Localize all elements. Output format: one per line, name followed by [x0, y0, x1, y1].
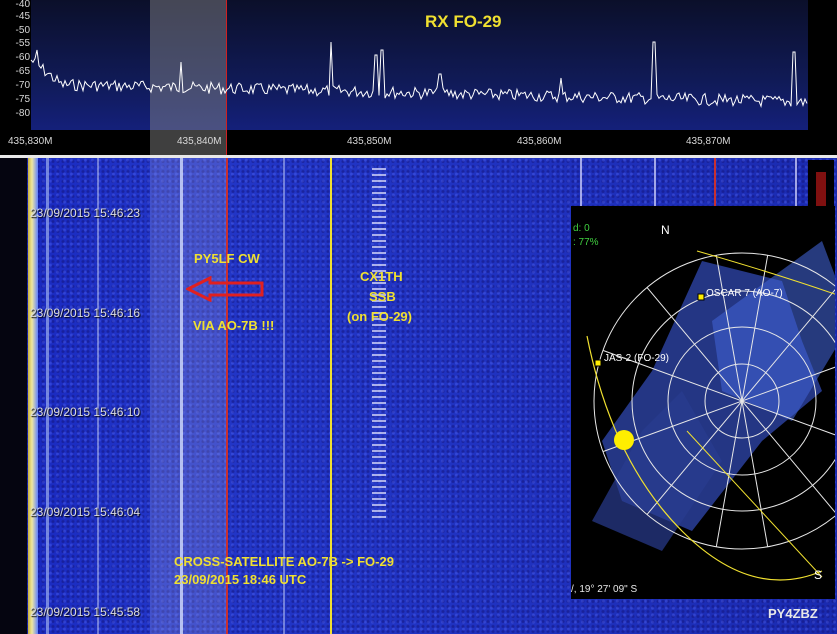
timestamp-label: 23/09/2015 15:46:04: [30, 505, 141, 519]
x-tick-label: 435,850M: [347, 136, 392, 147]
observer-coordinates: /, 19° 27' 09" S: [571, 584, 638, 595]
timestamp-label: 23/09/2015 15:46:16: [30, 306, 141, 320]
tracker-info-line: : 77%: [573, 237, 599, 248]
station-callsign: PY4ZBZ: [768, 606, 818, 621]
spectrum-title: RX FO-29: [425, 12, 502, 31]
satellite-label-fo29[interactable]: JAS-2 (FO-29): [604, 353, 669, 364]
x-tick-label: 435,840M: [177, 136, 222, 147]
north-label: N: [661, 223, 670, 237]
ssb-annotation-note: (on FO-29): [347, 309, 412, 324]
signal-column: [28, 158, 38, 634]
ssb-annotation-callsign: CX1TH: [360, 269, 403, 284]
red-arrow-icon: [186, 276, 264, 302]
y-tick-label: -75: [15, 94, 30, 105]
x-tick-label: 435,870M: [686, 136, 731, 147]
spectrum-trace-svg: [30, 41, 808, 108]
y-tick-label: -45: [15, 11, 30, 22]
tracker-info-line: d: 0: [573, 223, 590, 234]
cross-satellite-title: CROSS-SATELLITE AO-7B -> FO-29: [174, 554, 394, 569]
y-tick-label: -60: [15, 52, 30, 63]
scrollbar-thumb[interactable]: [816, 172, 826, 206]
y-tick-label: -70: [15, 80, 30, 91]
satellite-tracker-panel[interactable]: d: 0 : 77% N S OSCAR 7 (AO-7) JAS-2 (FO-…: [571, 206, 835, 599]
y-tick-label: -50: [15, 25, 30, 36]
spectrum-panel[interactable]: RX FO-29 -40 -45 -50 -55 -60 -65 -70 -75…: [0, 0, 828, 155]
timestamp-label: 23/09/2015 15:45:58: [30, 605, 141, 619]
timestamp-label: 23/09/2015 15:46:10: [30, 405, 141, 419]
y-tick-label: -55: [15, 38, 30, 49]
ssb-signal-trace: [372, 168, 386, 518]
cw-annotation-callsign: PY5LF CW: [194, 251, 260, 266]
x-tick-label: 435,830M: [8, 136, 53, 147]
sdr-window: RX FO-29 -40 -45 -50 -55 -60 -65 -70 -75…: [0, 0, 837, 634]
x-tick-label: 435,860M: [517, 136, 562, 147]
south-label: S: [814, 568, 823, 582]
y-tick-label: -40: [15, 0, 30, 10]
y-tick-label: -80: [15, 108, 30, 119]
satellite-label-ao7[interactable]: OSCAR 7 (AO-7): [706, 288, 783, 299]
spectrum-trace: [30, 41, 808, 108]
signal-column: [97, 158, 99, 634]
ssb-annotation-mode: SSB: [369, 289, 396, 304]
y-tick-label: -65: [15, 66, 30, 77]
cross-satellite-datetime: 23/09/2015 18:46 UTC: [174, 572, 307, 587]
cw-annotation-via: VIA AO-7B !!!: [193, 318, 275, 333]
polar-sky-plot: [586, 241, 835, 581]
signal-column: [46, 158, 49, 634]
waterfall-left-margin: [0, 158, 27, 634]
timestamp-label: 23/09/2015 15:46:23: [30, 206, 141, 220]
